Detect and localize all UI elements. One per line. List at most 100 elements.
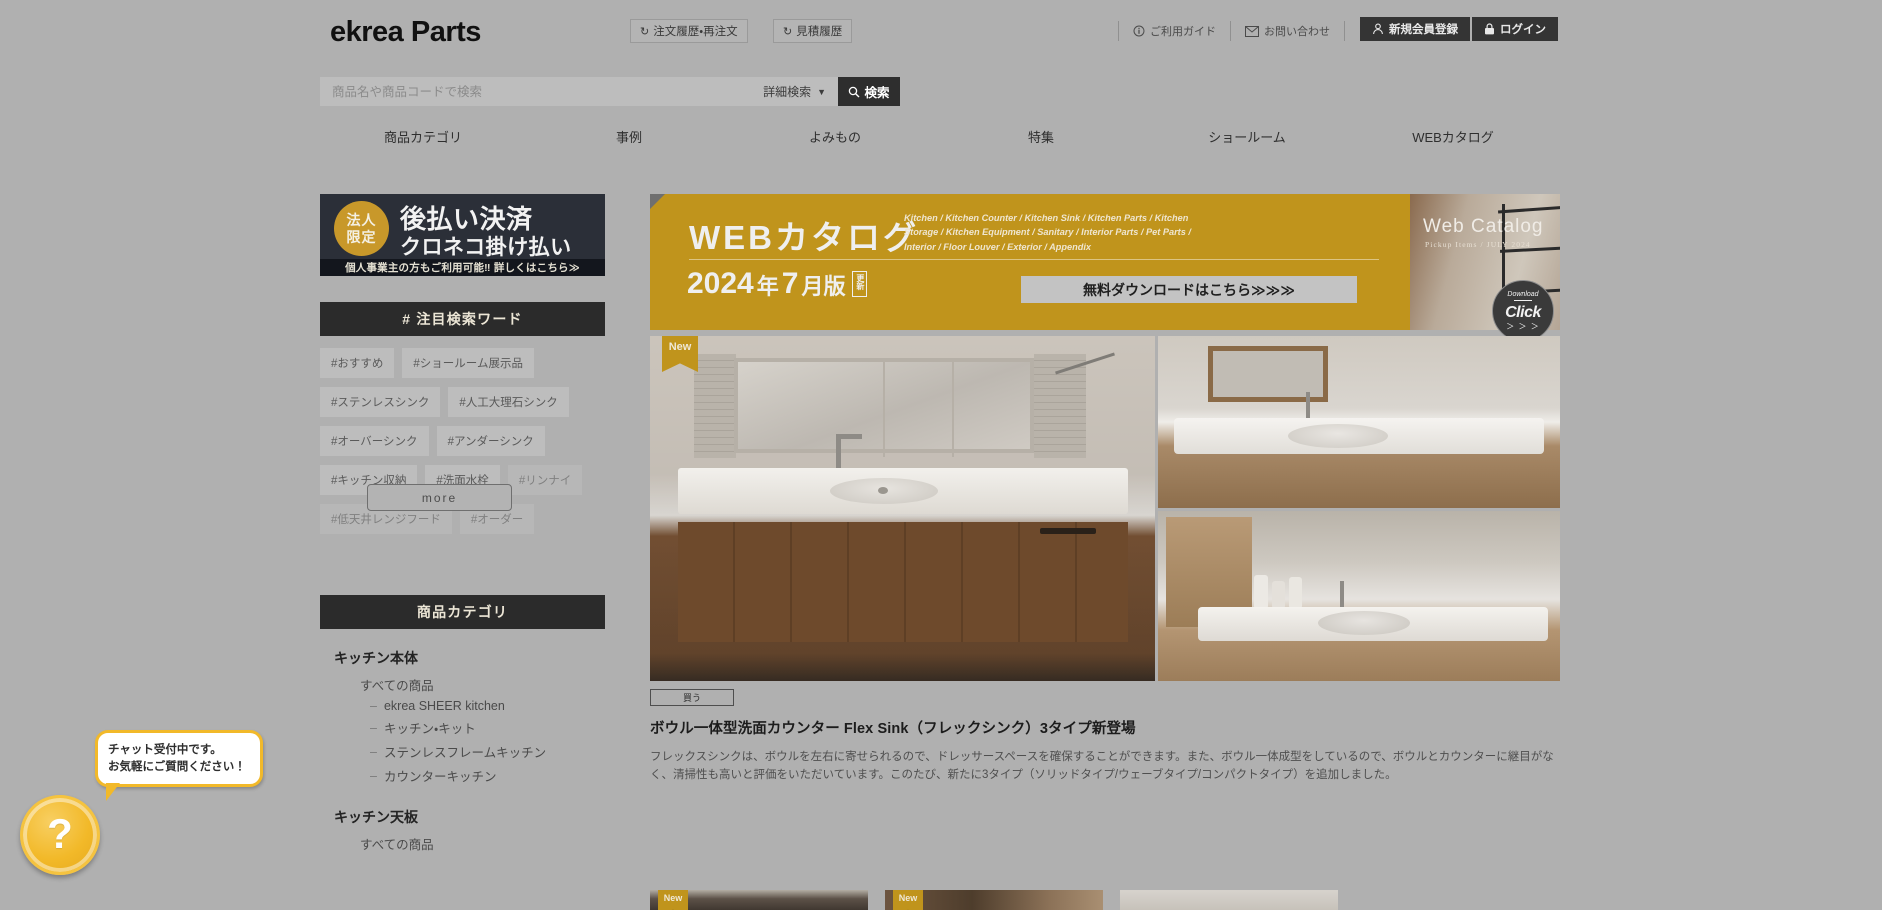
click-badge-label: Click: [1505, 303, 1541, 321]
thumbnail-item[interactable]: New: [650, 890, 868, 910]
keyword-tag[interactable]: #ステンレスシンク: [320, 387, 441, 417]
search-input[interactable]: [320, 77, 752, 106]
nav-item-cases[interactable]: 事例: [526, 126, 732, 150]
register-button[interactable]: 新規会員登録: [1360, 17, 1470, 41]
web-catalog-banner: WEBカタログ Kitchen / Kitchen Counter / Kitc…: [650, 194, 1560, 342]
buy-button[interactable]: 買う: [650, 689, 734, 706]
mirror: [1208, 346, 1328, 402]
category-item[interactable]: – ステンレスフレームキッチン: [370, 742, 605, 761]
deferred-payment-banner[interactable]: 法人 限定 後払い決済 クロネコ掛け払い 個人事業主の方もご利用可能‼ 詳しくは…: [320, 194, 605, 276]
catalog-version-gatsu: 月版: [801, 274, 846, 299]
feature-image-bottom-right[interactable]: [1158, 511, 1560, 681]
feature-product-description: フレックスシンクは、ボウルを左右に寄せられるので、ドレッサースペースを確保するこ…: [650, 751, 1554, 782]
info-icon: [1133, 25, 1145, 37]
advanced-search-label: 詳細検索: [763, 85, 812, 99]
login-button[interactable]: ログイン: [1472, 17, 1558, 41]
contact-label: お問い合わせ: [1264, 26, 1330, 38]
keyword-tag[interactable]: #ショールーム展示品: [402, 348, 534, 378]
faucet-spout: [836, 434, 862, 439]
feature-image-top-right[interactable]: [1158, 336, 1560, 508]
order-history-button[interactable]: ↻ 注文履歴・再注文: [630, 19, 748, 43]
category-item[interactable]: – キッチン・キット: [370, 718, 605, 737]
user-icon: [1372, 23, 1384, 35]
badge-line-2: 限定: [346, 228, 377, 245]
update-badge: 更新: [852, 271, 867, 297]
quote-history-label: 見積履歴: [796, 26, 843, 38]
catalog-version: 2024 年 7 月版 更新: [687, 267, 867, 301]
new-badge: New: [662, 336, 698, 372]
register-label: 新規会員登録: [1389, 24, 1458, 36]
cover-subtitle: Pickup Items / JULY 2024: [1425, 240, 1531, 249]
dash-icon: –: [370, 768, 377, 783]
order-history-label: 注文履歴・再注文: [653, 26, 738, 38]
tile-wall-left: [694, 354, 736, 458]
chat-message-line-1: チャット受付中です。: [108, 744, 222, 756]
category-all-link[interactable]: すべての商品: [360, 675, 605, 694]
catalog-category-list: Kitchen / Kitchen Counter / Kitchen Sink…: [904, 213, 1191, 252]
related-thumbnail-row: New New: [650, 890, 1560, 910]
banner-footer-note: 個人事業主の方もご利用可能‼ 詳しくはこちら≫: [320, 259, 605, 276]
lock-icon: [1484, 23, 1495, 35]
sink-bowl: [1288, 424, 1388, 448]
catalog-version-month: 7: [781, 267, 799, 300]
catalog-version-nen: 年: [756, 274, 779, 299]
site-logo[interactable]: ekrea Parts: [330, 16, 481, 49]
main-navigation: 商品カテゴリ 事例 よみもの 特集 ショールーム WEBカタログ: [0, 126, 1882, 166]
bottle: [1272, 581, 1285, 609]
advanced-search-toggle[interactable]: 詳細検索 ▼: [751, 83, 838, 100]
category-all-link[interactable]: すべての商品: [360, 834, 605, 853]
category-group-title: キッチン天板: [334, 809, 418, 825]
download-badge-label: Download: [1507, 290, 1539, 298]
refresh-icon: ↻: [640, 25, 650, 38]
faucet: [836, 434, 841, 472]
keyword-tag-list: #おすすめ #ショールーム展示品 #ステンレスシンク #人工大理石シンク #オー…: [320, 336, 605, 534]
dash-icon: –: [370, 720, 377, 735]
new-badge: New: [893, 890, 923, 910]
contact-link[interactable]: お問い合わせ: [1230, 21, 1345, 41]
search-bar: 詳細検索 ▼ 検索: [320, 77, 900, 106]
usage-guide-link[interactable]: ご利用ガイド: [1118, 21, 1230, 41]
mirror-divider: [883, 362, 885, 457]
quote-history-button[interactable]: ↻ 見積履歴: [773, 19, 853, 43]
nav-item-web-catalog[interactable]: WEBカタログ: [1350, 126, 1556, 150]
nav-item-features[interactable]: 特集: [938, 126, 1144, 150]
feature-product-title[interactable]: ボウル一体型洗面カウンター Flex Sink（フレックシンク）3タイプ新登場: [650, 717, 1560, 738]
feature-image-grid: New: [650, 336, 1560, 681]
page-root: ekrea Parts ↻ 注文履歴・再注文 ↻ 見積履歴 ご利用ガイド お問い…: [0, 0, 1882, 910]
keyword-tag[interactable]: #人工大理石シンク: [448, 387, 569, 417]
nav-item-showroom[interactable]: ショールーム: [1144, 126, 1350, 150]
bottle: [1289, 577, 1302, 609]
chevron-down-icon: ▼: [817, 86, 826, 97]
download-click-badge[interactable]: Download Click ＞ ＞ ＞: [1492, 280, 1554, 342]
nav-item-readings[interactable]: よみもの: [732, 126, 938, 150]
category-item[interactable]: – ekrea SHEER kitchen: [370, 699, 605, 713]
mirror-divider: [952, 362, 954, 457]
dash-icon: –: [370, 699, 377, 713]
feature-image-main[interactable]: New: [650, 336, 1155, 681]
nav-item-product-category[interactable]: 商品カテゴリ: [320, 126, 526, 150]
keyword-tag[interactable]: #アンダーシンク: [436, 426, 545, 456]
catalog-title: WEBカタログ: [689, 219, 919, 256]
dash-icon: –: [370, 744, 377, 759]
corporate-only-badge: 法人 限定: [334, 201, 389, 256]
badge-line-1: 法人: [346, 212, 377, 229]
more-keywords-button[interactable]: more: [367, 484, 512, 511]
catalog-banner-left[interactable]: WEBカタログ Kitchen / Kitchen Counter / Kitc…: [650, 194, 1410, 330]
keyword-tag[interactable]: #リンナイ: [507, 465, 583, 495]
divider: [689, 259, 1379, 260]
thumbnail-item[interactable]: New: [885, 890, 1103, 910]
category-item[interactable]: – カウンターキッチン: [370, 766, 605, 785]
keyword-tag[interactable]: #オーバーシンク: [320, 426, 429, 456]
search-submit-button[interactable]: 検索: [838, 77, 900, 106]
question-mark-icon: ?: [47, 809, 73, 857]
category-item-label: ekrea SHEER kitchen: [383, 699, 505, 713]
thumbnail-item[interactable]: [1120, 890, 1338, 910]
sidebar: 法人 限定 後払い決済 クロネコ掛け払い 個人事業主の方もご利用可能‼ 詳しくは…: [320, 194, 605, 858]
chat-launcher-button[interactable]: ?: [20, 795, 100, 875]
free-download-button[interactable]: 無料ダウンロードはこちら≫≫≫: [1021, 276, 1357, 303]
keyword-tag[interactable]: #おすすめ: [320, 348, 395, 378]
cabinet-handle: [1040, 528, 1096, 534]
category-list: キッチン本体 すべての商品 – ekrea SHEER kitchen – キッ…: [320, 629, 605, 853]
main-content: WEBカタログ Kitchen / Kitchen Counter / Kitc…: [650, 194, 1560, 785]
popular-keywords-title: # 注目検索ワード: [320, 302, 605, 336]
